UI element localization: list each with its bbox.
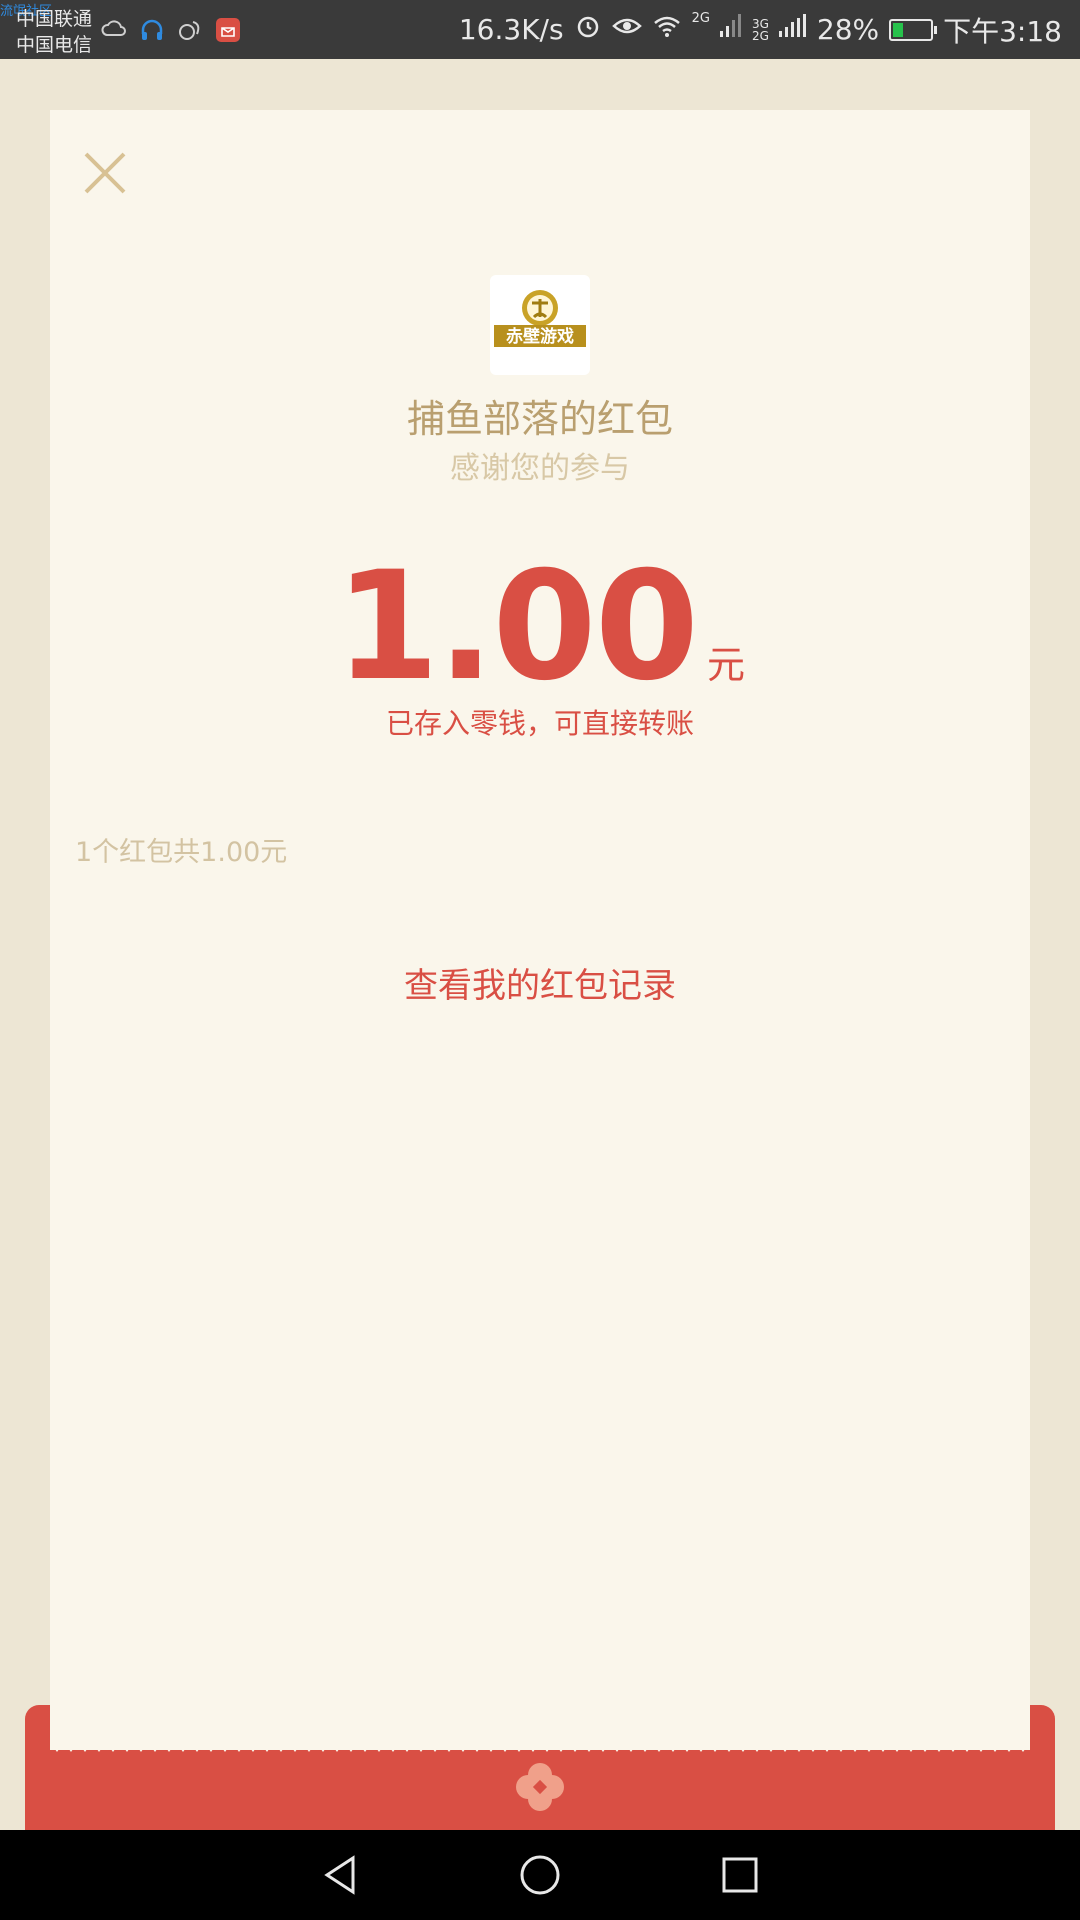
battery-percent: 28%	[816, 13, 880, 46]
amount-unit: 元	[707, 643, 746, 687]
headset-icon	[138, 16, 166, 44]
logo-text: 赤壁游戏	[506, 326, 574, 347]
carrier-2: 中国电信	[16, 34, 93, 56]
wifi-icon	[652, 12, 682, 47]
app-logo: 赤壁游戏	[490, 275, 590, 375]
carrier-1: 中国联通	[16, 8, 93, 30]
squirrel-icon	[176, 16, 204, 44]
signal-1-bars-icon	[719, 13, 742, 46]
battery-level	[893, 22, 904, 37]
carrier-labels: 中国联通 中国电信	[16, 6, 92, 58]
packet-title: 捕鱼部落的红包	[406, 397, 673, 441]
battery-icon	[889, 18, 938, 41]
view-records-link[interactable]: 查看我的红包记录	[50, 958, 1030, 1007]
notification-icons	[100, 16, 242, 44]
signal-2-label: 3G 2G	[752, 18, 769, 42]
packet-summary: 1个红包共1.00元	[75, 837, 288, 868]
net-speed: 16.3K/s	[458, 13, 564, 46]
signal-2-label-bottom: 2G	[751, 28, 769, 43]
weather-icon	[100, 16, 128, 44]
amount-value: 1.00	[334, 540, 699, 714]
eye-comfort-icon	[611, 12, 642, 47]
status-bar: 流氓社区 中国联通 中国电信 16.3K/s 2G 3G 2G 28% 下午3:…	[0, 0, 1080, 59]
mail-app-icon	[214, 16, 242, 44]
packet-subtitle: 感谢您的参与	[450, 451, 630, 486]
amount-display: 1.00 元	[50, 540, 1030, 714]
clock: 下午3:18	[943, 14, 1062, 48]
close-icon[interactable]	[80, 148, 130, 198]
deposit-note: 已存入零钱，可直接转账	[385, 707, 694, 740]
signal-1-label: 2G	[691, 11, 710, 26]
card-zigzag-edge	[50, 1742, 1030, 1752]
recents-icon[interactable]	[715, 1850, 765, 1900]
alarm-icon	[574, 12, 602, 47]
red-packet-card: 赤壁游戏 捕鱼部落的红包 感谢您的参与 1.00 元 已存入零钱，可直接转账 1个…	[50, 110, 1030, 1750]
signal-2-label-top: 3G	[751, 16, 769, 31]
flower-emblem-icon	[515, 1762, 565, 1812]
status-right: 16.3K/s 2G 3G 2G 28% 下午3:18	[459, 0, 1062, 59]
signal-2-bars-icon	[778, 13, 807, 46]
back-icon[interactable]	[315, 1850, 365, 1900]
home-icon[interactable]	[515, 1850, 565, 1900]
navigation-bar	[0, 1830, 1080, 1920]
